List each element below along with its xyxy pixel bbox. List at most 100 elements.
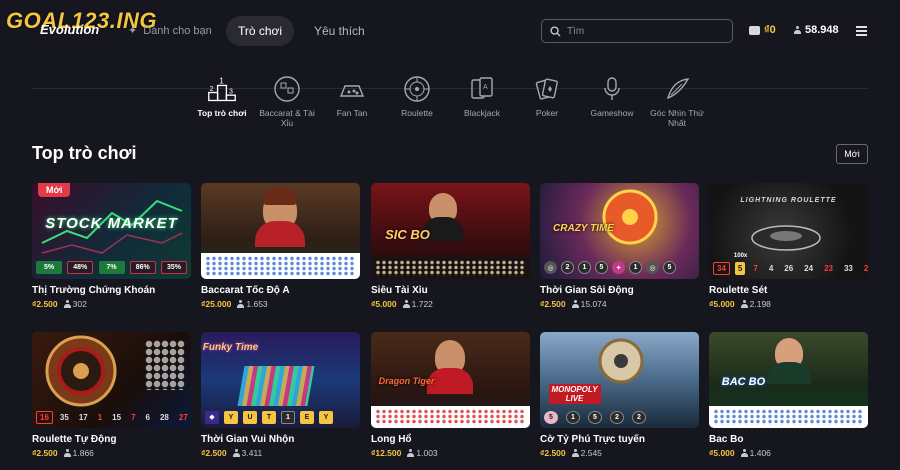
result-chip: 25 — [863, 263, 868, 273]
category-poker[interactable]: Poker — [515, 74, 579, 118]
game-overlay-title: Dragon Tiger — [378, 376, 435, 386]
game-thumbnail[interactable]: Funky Time ◆ Y U T 1 E Y — [201, 332, 360, 428]
player-count: 302 — [63, 299, 87, 309]
game-card-dragon-tiger[interactable]: Dragon Tiger Long Hổ ₫12.500 1.003 — [371, 332, 530, 458]
game-card-monopoly-live[interactable]: MONOPOLY LIVE 5 1 5 2 2 Cờ Tỷ Phú Trực t… — [540, 332, 699, 458]
min-bet: ₫2.500 — [32, 448, 58, 458]
result-history: ◎ 2 1 5 ✦ 1 ◎ 5 — [544, 261, 695, 275]
player-count-value: 302 — [72, 299, 87, 309]
category-first-person[interactable]: Góc Nhìn Thứ Nhất — [645, 74, 709, 128]
game-name[interactable]: Thị Trường Chứng Khoán — [32, 285, 191, 296]
game-thumbnail[interactable]: BAC BO — [709, 332, 868, 428]
result-chip: 5 — [595, 261, 608, 274]
game-name[interactable]: Bac Bo — [709, 434, 868, 445]
game-thumbnail[interactable]: MONOPOLY LIVE 5 1 5 2 2 — [540, 332, 699, 428]
result-chip: 7 — [131, 412, 136, 422]
game-name[interactable]: Baccarat Tốc Độ A — [201, 285, 360, 296]
result-chip: ◎ — [544, 261, 557, 274]
category-blackjack[interactable]: A Blackjack — [450, 74, 514, 118]
category-fan-tan[interactable]: Fan Tan — [320, 74, 384, 118]
result-chip: 48% — [67, 261, 94, 274]
nav-games-tab[interactable]: Trò chơi — [226, 16, 294, 46]
category-baccarat[interactable]: Baccarat & Tài Xỉu — [255, 74, 319, 128]
svg-text:3: 3 — [229, 88, 233, 95]
game-meta: ₫2.500 3.411 — [201, 448, 360, 458]
wallet-balance[interactable]: ₫0 — [749, 24, 776, 36]
player-count: 3.411 — [232, 448, 262, 458]
game-name[interactable]: Thời Gian Vui Nhộn — [201, 434, 360, 445]
result-chip: 33 — [843, 263, 853, 273]
user-icon — [794, 26, 801, 34]
scoreboard-road — [201, 253, 360, 279]
search-icon — [550, 25, 561, 37]
game-card-crazy-time[interactable]: CRAZY TIME ◎ 2 1 5 ✦ 1 ◎ 5 Thời Gian Sôi… — [540, 183, 699, 309]
result-chip: 15 — [112, 412, 122, 422]
result-chip: 35% — [161, 261, 187, 274]
category-label: Blackjack — [464, 108, 500, 118]
player-count-value: 1.003 — [416, 448, 438, 458]
min-bet: ₫2.500 — [540, 448, 566, 458]
game-card-funky-time[interactable]: Funky Time ◆ Y U T 1 E Y Thời Gian Vui N… — [201, 332, 360, 458]
player-count: 15.074 — [571, 299, 607, 309]
nav-favorites-tab[interactable]: Yêu thích — [314, 24, 365, 38]
result-chip: 86% — [129, 261, 156, 274]
multiplier-label: 100x — [733, 252, 748, 259]
result-history: 5% 48% 7% 86% 35% — [36, 261, 187, 275]
game-name[interactable]: Thời Gian Sôi Động — [540, 285, 699, 296]
user-icon — [63, 449, 71, 457]
player-count-value: 2.198 — [749, 299, 771, 309]
game-name[interactable]: Roulette Tự Động — [32, 434, 191, 445]
user-icon — [232, 449, 240, 457]
wheel-graphic — [602, 189, 658, 245]
min-bet: ₫2.500 — [540, 299, 566, 309]
result-chip: ◆ — [205, 410, 219, 424]
user-icon — [63, 300, 71, 308]
result-history: 16 35 17 1 15 7 6 28 27 — [36, 410, 188, 424]
dealer-dress — [255, 221, 305, 247]
game-thumbnail[interactable]: SIC BO — [371, 183, 530, 279]
category-top-games[interactable]: 12 3 Top trò chơi — [190, 74, 254, 118]
game-card-bac-bo[interactable]: BAC BO Bac Bo ₫5.000 1.406 — [709, 332, 868, 458]
category-label: Góc Nhìn Thứ Nhất — [650, 108, 704, 128]
game-meta: ₫2.500 2.545 — [540, 448, 699, 458]
game-name[interactable]: Roulette Sét — [709, 285, 868, 296]
player-count-value: 1.406 — [749, 448, 771, 458]
dealer-hair — [263, 187, 297, 205]
category-gameshow[interactable]: Gameshow — [580, 74, 644, 118]
menu-icon[interactable] — [856, 26, 867, 36]
min-bet: ₫5.000 — [709, 448, 735, 458]
new-filter-button[interactable]: Mới — [836, 144, 868, 164]
game-name[interactable]: Long Hổ — [371, 434, 530, 445]
user-icon — [237, 300, 245, 308]
result-chip: 34 — [713, 261, 730, 275]
game-name[interactable]: Siêu Tài Xỉu — [371, 285, 530, 296]
game-thumbnail[interactable]: Dragon Tiger — [371, 332, 530, 428]
player-count: 2.545 — [571, 448, 602, 458]
game-thumbnail[interactable]: Mới STOCK MARKET 5% 48% 7% 86% 35% — [32, 183, 191, 279]
game-thumbnail[interactable] — [201, 183, 360, 279]
search-box[interactable] — [541, 19, 733, 43]
search-input[interactable] — [567, 25, 717, 37]
game-card-auto-roulette[interactable]: 16 35 17 1 15 7 6 28 27 Roulette Tự Động… — [32, 332, 191, 458]
result-chip: 7% — [98, 261, 125, 274]
game-thumbnail[interactable]: CRAZY TIME ◎ 2 1 5 ✦ 1 ◎ 5 — [540, 183, 699, 279]
svg-text:A: A — [483, 84, 488, 91]
game-meta: ₫5.000 2.198 — [709, 299, 868, 309]
game-thumbnail[interactable]: LIGHTNING ROULETTE 34 5 100x 7 4 26 24 23… — [709, 183, 868, 279]
game-card-lightning-roulette[interactable]: LIGHTNING ROULETTE 34 5 100x 7 4 26 24 23… — [709, 183, 868, 309]
section-title: Top trò chơi — [32, 143, 137, 163]
nav-for-you[interactable]: ✦ Dành cho bạn — [128, 24, 212, 37]
game-card-stock-market[interactable]: Mới STOCK MARKET 5% 48% 7% 86% 35% Thị T… — [32, 183, 191, 309]
game-card-speed-baccarat[interactable]: Baccarat Tốc Độ A ₫25.000 1.653 — [201, 183, 360, 309]
category-roulette[interactable]: Roulette — [385, 74, 449, 118]
fan-tan-icon — [337, 74, 367, 104]
category-label: Fan Tan — [336, 108, 368, 118]
wallet-icon — [749, 25, 760, 35]
game-thumbnail[interactable]: 16 35 17 1 15 7 6 28 27 — [32, 332, 191, 428]
user-icon — [571, 449, 579, 457]
svg-text:1: 1 — [219, 77, 224, 86]
game-card-super-sic-bo[interactable]: SIC BO Siêu Tài Xỉu ₫5.000 1.722 — [371, 183, 530, 309]
game-name[interactable]: Cờ Tỷ Phú Trực tuyến — [540, 434, 699, 445]
poker-icon — [532, 74, 562, 104]
result-chip: 26 — [784, 263, 794, 273]
